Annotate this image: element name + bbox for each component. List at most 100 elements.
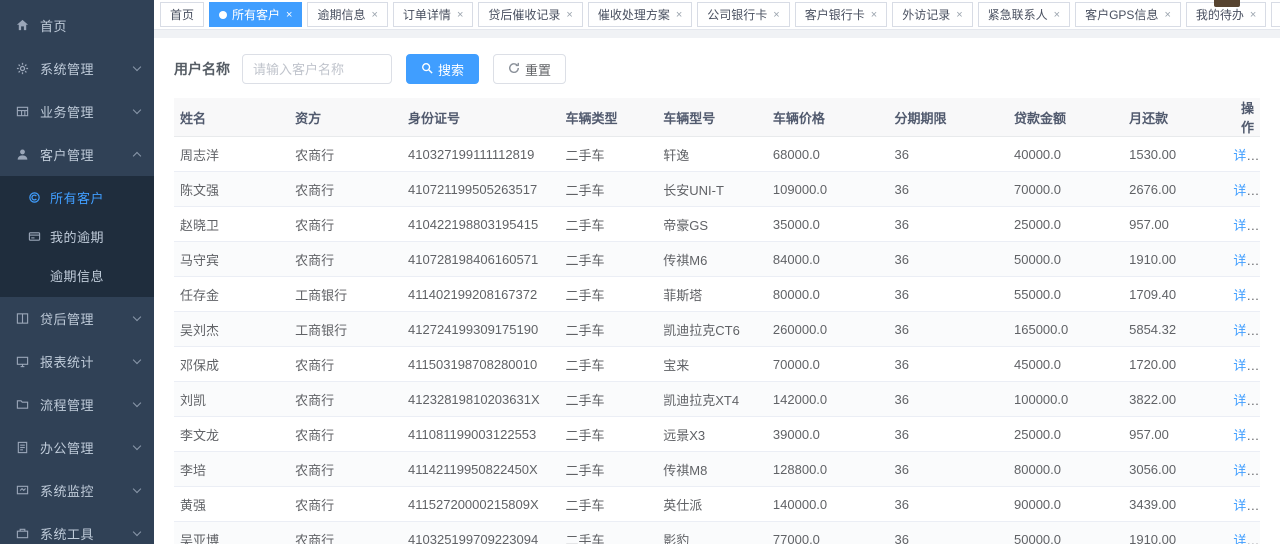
sidebar-item-label: 系统工具: [40, 524, 134, 543]
tab-催收处理方案[interactable]: 催收处理方案×: [588, 2, 692, 27]
tab-公司银行卡[interactable]: 公司银行卡×: [697, 2, 789, 27]
cell-name: 陈文强: [174, 172, 289, 207]
tab-label: 外访记录: [902, 6, 950, 23]
detail-link[interactable]: 详情: [1233, 288, 1259, 303]
sidebar-item-office[interactable]: 办公管理: [0, 426, 154, 469]
tab-订单详情[interactable]: 订单详情×: [393, 2, 473, 27]
cell-loan_amount: 45000.0: [1008, 347, 1123, 382]
cell-loan_amount: 165000.0: [1008, 312, 1123, 347]
tab-所有客户[interactable]: 所有客户 ×: [209, 2, 302, 27]
cell-vehicle_price: 35000.0: [767, 207, 889, 242]
cell-funder: 农商行: [289, 382, 402, 417]
tab-label: 所有客户: [232, 6, 280, 23]
card-icon: [28, 230, 44, 244]
tab-bar: 首页所有客户×逾期信息×订单详情×贷后催收记录×催收处理方案×公司银行卡×客户银…: [154, 0, 1280, 30]
sidebar-item-customer[interactable]: 客户管理: [0, 133, 154, 176]
folder-icon: [16, 398, 34, 412]
cell-id_card: 411402199208167372: [402, 277, 559, 312]
search-form: 用户名称 搜索 重置: [174, 52, 1260, 86]
sidebar-item-home[interactable]: 首页: [0, 4, 154, 47]
column-header: 身份证号: [402, 98, 559, 137]
close-icon[interactable]: ×: [956, 9, 962, 21]
sidebar-item-label: 办公管理: [40, 438, 134, 457]
cell-vehicle_type: 二手车: [560, 207, 658, 242]
cell-vehicle_model: 英仕派: [657, 487, 767, 522]
columns-icon: [16, 312, 34, 326]
detail-link[interactable]: 详情: [1233, 218, 1259, 233]
tab-客户银行卡[interactable]: 客户银行卡×: [795, 2, 887, 27]
close-icon[interactable]: ×: [457, 9, 463, 21]
tab-外访记录[interactable]: 外访记录 ×: [892, 2, 972, 27]
cell-vehicle_price: 80000.0: [767, 277, 889, 312]
detail-link[interactable]: 详情: [1233, 463, 1259, 478]
sidebar-item-system[interactable]: 系统管理: [0, 47, 154, 90]
search-button[interactable]: 搜索: [406, 54, 479, 84]
cell-name: 周志洋: [174, 137, 289, 172]
cell-vehicle_type: 二手车: [560, 522, 658, 544]
detail-link[interactable]: 详情: [1233, 498, 1259, 513]
cell-vehicle_price: 70000.0: [767, 347, 889, 382]
tab-客户GPS信息[interactable]: 客户GPS信息×: [1075, 2, 1181, 27]
detail-link[interactable]: 详情: [1233, 358, 1259, 373]
submenu-customer: 所有客户我的逾期逾期信息: [0, 176, 154, 297]
sidebar-item-label: 业务管理: [40, 102, 134, 121]
cell-installments: 36: [889, 417, 1008, 452]
close-icon[interactable]: ×: [773, 9, 779, 21]
sidebar-item-sys-tools[interactable]: 系统工具: [0, 512, 154, 544]
detail-link[interactable]: 详情: [1233, 253, 1259, 268]
cell-id_card: 412724199309175190: [402, 312, 559, 347]
circle-badge-icon: [28, 191, 44, 205]
detail-link[interactable]: 详情: [1233, 533, 1259, 544]
cell-vehicle_price: 260000.0: [767, 312, 889, 347]
sidebar-item-label: 逾期信息: [50, 266, 144, 285]
sidebar-item-sys-monitor[interactable]: 系统监控: [0, 469, 154, 512]
cell-vehicle_type: 二手车: [560, 487, 658, 522]
sidebar-item-my-overdue[interactable]: 我的逾期: [0, 217, 154, 256]
tab-我的流程[interactable]: 我的流程×: [1271, 2, 1280, 27]
close-icon[interactable]: ×: [871, 9, 877, 21]
cell-vehicle_type: 二手车: [560, 242, 658, 277]
reset-button[interactable]: 重置: [493, 54, 566, 84]
refresh-icon: [508, 62, 520, 77]
sidebar-item-post-loan[interactable]: 贷后管理: [0, 297, 154, 340]
close-icon[interactable]: ×: [1054, 9, 1060, 21]
sidebar-item-all-customers[interactable]: 所有客户: [0, 178, 154, 217]
detail-link[interactable]: 详情: [1233, 428, 1259, 443]
sidebar-item-process[interactable]: 流程管理: [0, 383, 154, 426]
search-input[interactable]: [242, 54, 392, 84]
close-icon[interactable]: ×: [676, 9, 682, 21]
detail-link[interactable]: 详情: [1233, 183, 1259, 198]
tab-紧急联系人[interactable]: 紧急联系人×: [978, 2, 1070, 27]
detail-link[interactable]: 详情: [1233, 148, 1259, 163]
sidebar-item-business[interactable]: 业务管理: [0, 90, 154, 133]
cell-vehicle_price: 142000.0: [767, 382, 889, 417]
close-icon[interactable]: ×: [566, 9, 572, 21]
cell-name: 黄强: [174, 487, 289, 522]
close-icon[interactable]: ×: [286, 9, 292, 21]
tab-逾期信息[interactable]: 逾期信息×: [307, 2, 387, 27]
close-icon[interactable]: ×: [371, 9, 377, 21]
cell-name: 赵晓卫: [174, 207, 289, 242]
detail-link[interactable]: 详情: [1233, 323, 1259, 338]
cell-id_card: 41152720000215809X: [402, 487, 559, 522]
cell-installments: 36: [889, 242, 1008, 277]
chevron-up-icon: [133, 152, 141, 160]
cell-monthly_payment: 3822.00: [1123, 382, 1227, 417]
tab-贷后催收记录[interactable]: 贷后催收记录×: [478, 2, 582, 27]
cell-vehicle_model: 帝豪GS: [657, 207, 767, 242]
sidebar-item-overdue-info[interactable]: 逾期信息: [0, 256, 154, 295]
close-icon[interactable]: ×: [1250, 9, 1256, 21]
cell-monthly_payment: 957.00: [1123, 207, 1227, 242]
grid-icon: [16, 105, 34, 119]
sidebar-item-report[interactable]: 报表统计: [0, 340, 154, 383]
cell-vehicle_price: 140000.0: [767, 487, 889, 522]
sidebar-item-label: 系统监控: [40, 481, 134, 500]
tab-首页[interactable]: 首页: [160, 2, 204, 27]
column-header: 贷款金额: [1008, 98, 1123, 137]
toolbox-icon: [16, 527, 34, 541]
cell-funder: 农商行: [289, 207, 402, 242]
detail-link[interactable]: 详情: [1233, 393, 1259, 408]
cell-name: 邓保成: [174, 347, 289, 382]
cell-id_card: 41142119950822450X: [402, 452, 559, 487]
close-icon[interactable]: ×: [1164, 9, 1170, 21]
